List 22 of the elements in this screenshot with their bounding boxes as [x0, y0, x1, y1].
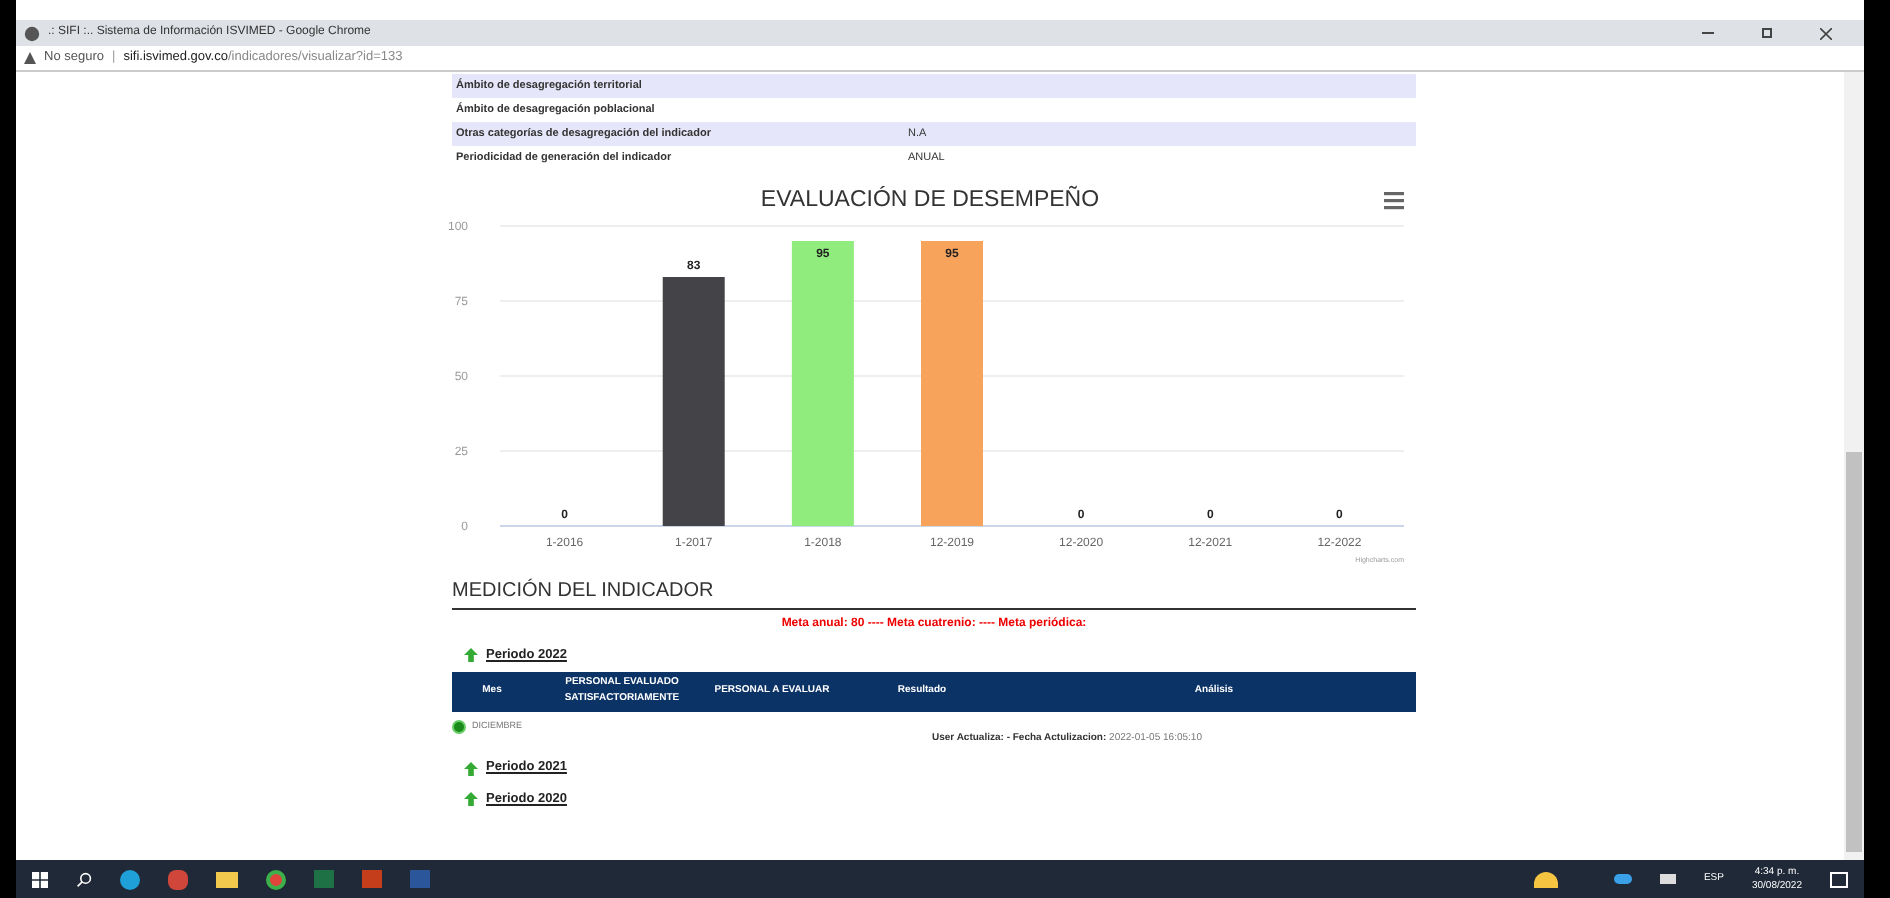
close-icon[interactable]	[1820, 27, 1832, 39]
chart-title: EVALUACIÓN DE DESEMPEÑO	[760, 188, 1100, 212]
cloud-icon[interactable]	[1613, 874, 1632, 884]
maximize-icon[interactable]	[1762, 28, 1772, 38]
arrow-icon	[464, 761, 478, 776]
battery-icon[interactable]	[1659, 874, 1676, 884]
menu-icon[interactable]	[1384, 192, 1404, 210]
windows-icon[interactable]	[32, 871, 48, 887]
warning-icon	[24, 52, 36, 64]
notification-icon[interactable]	[1830, 871, 1848, 887]
scrollbar[interactable]	[1844, 72, 1864, 860]
arrow-icon	[464, 648, 478, 663]
globe-icon	[24, 25, 40, 41]
browser-icon[interactable]	[266, 869, 286, 889]
search-icon[interactable]	[76, 871, 92, 887]
scrollbar-thumb[interactable]	[1846, 452, 1862, 852]
app-icon[interactable]	[168, 869, 188, 889]
browser-icon[interactable]	[120, 869, 140, 889]
section-heading: MEDICIÓN DEL INDICADOR	[452, 576, 1416, 610]
arrow-icon	[464, 792, 478, 807]
weather-icon[interactable]	[1533, 871, 1558, 887]
folder-icon[interactable]	[216, 871, 238, 887]
